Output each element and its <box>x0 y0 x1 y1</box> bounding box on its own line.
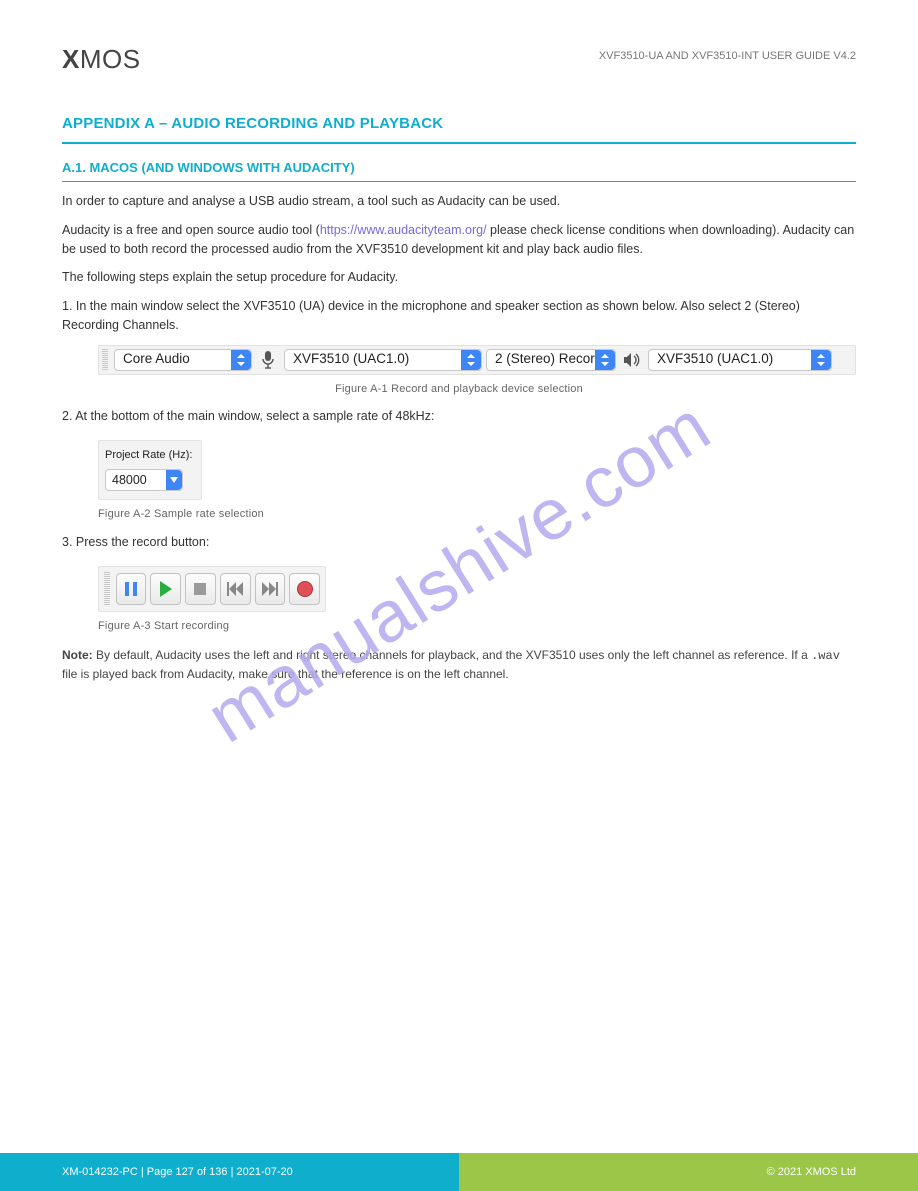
project-rate-label: Project Rate (Hz): <box>105 447 195 464</box>
paragraph: The following steps explain the setup pr… <box>62 268 856 287</box>
divider <box>62 142 856 144</box>
paragraph-text: Audacity is a free and open source audio… <box>62 223 320 237</box>
figure-caption: Figure A-2 Sample rate selection <box>98 506 856 523</box>
subsection-heading: A.1. MACOS (AND WINDOWS WITH AUDACITY) <box>62 158 856 178</box>
note: Note: By default, Audacity uses the left… <box>62 646 856 683</box>
recording-device-value: XVF3510 (UAC1.0) <box>293 349 409 369</box>
logo-prefix: X <box>62 44 80 74</box>
record-button[interactable] <box>289 573 320 605</box>
dropdown-arrow-icon <box>461 350 481 370</box>
dropdown-arrow-icon <box>166 470 182 490</box>
channel-count-value: 2 (Stereo) Recor... <box>495 349 605 369</box>
dropdown-arrow-icon <box>595 350 615 370</box>
microphone-icon <box>256 351 280 369</box>
stop-button[interactable] <box>185 573 216 605</box>
audacity-link[interactable]: https://www.audacityteam.org/ <box>320 223 487 237</box>
project-rate-select[interactable]: 48000 <box>105 469 183 491</box>
step-3: 3. Press the record button: <box>62 533 856 552</box>
note-text: By default, Audacity uses the left and r… <box>93 648 811 662</box>
pause-button[interactable] <box>116 573 147 605</box>
page-footer: XM-014232-PC | Page 127 of 136 | 2021-07… <box>0 1153 918 1191</box>
paragraph: In order to capture and analyse a USB au… <box>62 192 856 211</box>
playback-device-value: XVF3510 (UAC1.0) <box>657 349 773 369</box>
dropdown-arrow-icon <box>231 350 251 370</box>
note-label: Note: <box>62 648 93 662</box>
figure-caption: Figure A-3 Start recording <box>98 618 856 635</box>
note-code: .wav <box>811 649 840 663</box>
device-toolbar: Core Audio XVF3510 (UAC1.0) 2 (Stereo) R… <box>98 345 856 375</box>
play-button[interactable] <box>150 573 181 605</box>
divider <box>62 181 856 182</box>
figure-caption: Figure A-1 Record and playback device se… <box>62 381 856 398</box>
doc-title-header: XVF3510-UA AND XVF3510-INT USER GUIDE V4… <box>599 48 856 65</box>
audio-host-value: Core Audio <box>123 349 190 369</box>
skip-to-start-button[interactable] <box>220 573 251 605</box>
toolbar-grip-icon <box>102 349 108 371</box>
channel-count-select[interactable]: 2 (Stereo) Recor... <box>486 349 616 371</box>
toolbar-grip-icon <box>104 572 110 606</box>
note-text: file is played back from Audacity, make … <box>62 667 509 681</box>
project-rate-panel: Project Rate (Hz): 48000 <box>98 440 202 501</box>
paragraph: Audacity is a free and open source audio… <box>62 221 856 259</box>
dropdown-arrow-icon <box>811 350 831 370</box>
step-2: 2. At the bottom of the main window, sel… <box>62 407 856 426</box>
recording-device-select[interactable]: XVF3510 (UAC1.0) <box>284 349 482 371</box>
speaker-icon <box>620 352 644 368</box>
project-rate-value: 48000 <box>112 471 147 490</box>
footer-right: © 2021 XMOS Ltd <box>459 1153 918 1191</box>
playback-device-select[interactable]: XVF3510 (UAC1.0) <box>648 349 832 371</box>
logo-rest: MOS <box>80 44 141 74</box>
skip-to-end-button[interactable] <box>255 573 286 605</box>
audio-host-select[interactable]: Core Audio <box>114 349 252 371</box>
appendix-heading: APPENDIX A – AUDIO RECORDING AND PLAYBAC… <box>62 113 856 136</box>
transport-toolbar <box>98 566 326 612</box>
record-icon <box>297 581 313 597</box>
footer-left: XM-014232-PC | Page 127 of 136 | 2021-07… <box>0 1153 459 1191</box>
step-1: 1. In the main window select the XVF3510… <box>62 297 856 335</box>
